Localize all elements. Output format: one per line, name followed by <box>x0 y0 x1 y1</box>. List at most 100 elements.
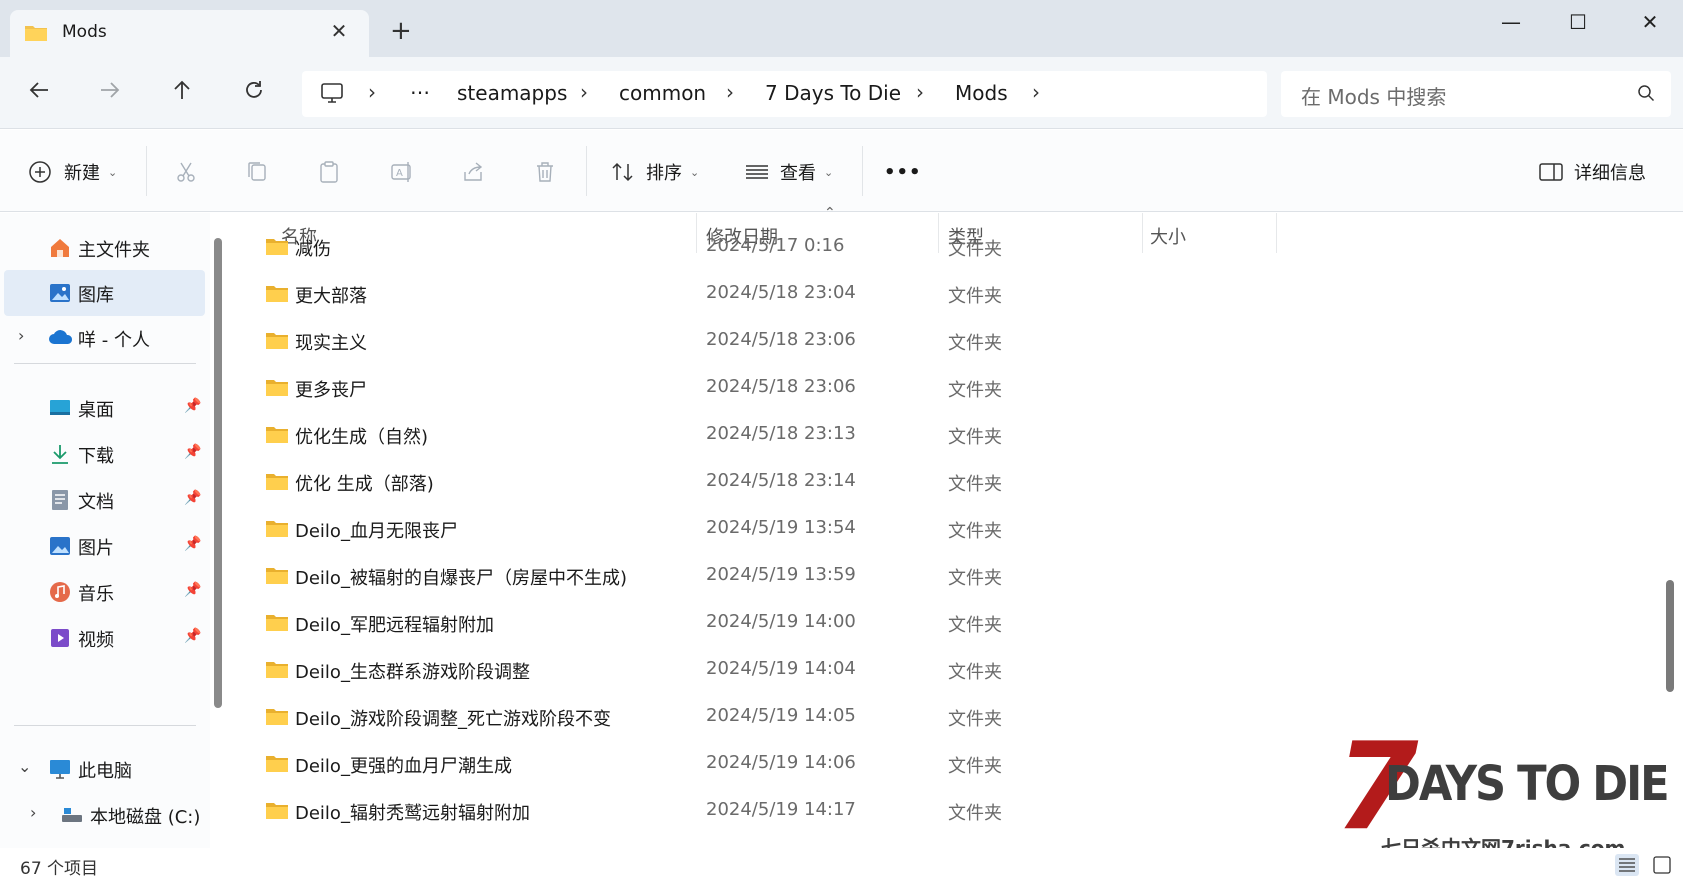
sort-button[interactable]: 排序 ⌄ <box>610 152 699 192</box>
file-row[interactable]: 优化生成（自然) 2024/5/18 23:13 文件夹 <box>232 416 1652 463</box>
sidebar-item-label: 文档 <box>78 492 114 513</box>
details-pane-icon <box>1539 163 1563 181</box>
pin-icon[interactable]: 📌 <box>184 444 201 460</box>
close-tab-button[interactable]: ✕ <box>327 19 351 43</box>
new-button[interactable]: 新建 ⌄ <box>28 152 117 192</box>
cut-button[interactable] <box>174 152 198 192</box>
sidebar-item-this-pc[interactable]: ⌄ 此电脑 <box>0 746 206 792</box>
rename-icon: A <box>391 162 411 182</box>
delete-button[interactable] <box>533 152 557 192</box>
search-input[interactable]: 在 Mods 中搜索 <box>1301 81 1446 110</box>
file-row[interactable]: 优化 生成（部落) 2024/5/18 23:14 文件夹 <box>232 463 1652 510</box>
sort-icon <box>612 162 633 182</box>
chevron-right-icon[interactable]: › <box>726 80 734 104</box>
refresh-button[interactable] <box>234 73 274 113</box>
sidebar-item-pictures[interactable]: 图片 📌 <box>0 523 206 569</box>
file-modified: 2024/5/19 14:05 <box>706 705 856 726</box>
divider <box>862 146 863 196</box>
chevron-right-icon[interactable]: › <box>1032 80 1040 104</box>
file-modified: 2024/5/19 13:54 <box>706 517 856 538</box>
breadcrumb-7-days-to-die[interactable]: 7 Days To Die <box>765 81 901 105</box>
sidebar-item-desktop[interactable]: 桌面 📌 <box>0 385 206 431</box>
navigation-pane: 主文件夹 图库 › 咩 - 个人 桌面 📌 下载 📌 文档 📌 图片 📌 音乐 … <box>0 213 210 848</box>
sidebar-item-home[interactable]: 主文件夹 <box>0 225 206 271</box>
back-button[interactable] <box>19 73 59 113</box>
chevron-right-icon[interactable]: › <box>580 80 588 104</box>
sidebar-item-drive-c[interactable]: › 本地磁盘 (C:) <box>0 792 206 838</box>
breadcrumb-common[interactable]: common <box>619 81 706 105</box>
watermark-title: DAYS TO DIE <box>1385 756 1670 812</box>
pin-icon[interactable]: 📌 <box>184 582 201 598</box>
folder-icon <box>265 707 289 731</box>
close-window-button[interactable]: ✕ <box>1626 4 1674 40</box>
sidebar-item-videos[interactable]: 视频 📌 <box>0 615 206 661</box>
home-icon <box>48 236 72 260</box>
desktop-icon <box>48 396 72 420</box>
maximize-button[interactable]: ☐ <box>1554 4 1602 40</box>
file-name: 优化生成（自然) <box>295 427 429 448</box>
share-button[interactable] <box>461 152 485 192</box>
arrow-right-icon <box>101 82 120 98</box>
monitor-icon[interactable] <box>320 82 344 108</box>
pin-icon[interactable]: 📌 <box>184 536 201 552</box>
sidebar-item-documents[interactable]: 文档 📌 <box>0 477 206 523</box>
forward-button[interactable] <box>90 73 130 113</box>
file-row[interactable]: Deilo_血月无限丧尸 2024/5/19 13:54 文件夹 <box>232 510 1652 557</box>
file-type: 文件夹 <box>948 380 1002 401</box>
address-bar[interactable]: › … steamapps › common › 7 Days To Die ›… <box>302 71 1267 117</box>
chevron-right-icon[interactable]: › <box>916 80 924 104</box>
details-view-icon[interactable] <box>1615 854 1639 876</box>
new-tab-button[interactable]: + <box>390 18 412 44</box>
sidebar-item-downloads[interactable]: 下载 📌 <box>0 431 206 477</box>
file-list-scrollbar[interactable] <box>1666 580 1674 692</box>
search-box[interactable]: 在 Mods 中搜索 <box>1281 71 1671 117</box>
folder-icon <box>265 566 289 590</box>
file-modified: 2024/5/19 14:06 <box>706 752 856 773</box>
file-row[interactable]: Deilo_生态群系游戏阶段调整 2024/5/19 14:04 文件夹 <box>232 651 1652 698</box>
sidebar-item-onedrive[interactable]: › 咩 - 个人 <box>0 315 206 361</box>
file-row[interactable]: 更多丧尸 2024/5/18 23:06 文件夹 <box>232 369 1652 416</box>
file-row[interactable]: Deilo_被辐射的自爆丧尸（房屋中不生成) 2024/5/19 13:59 文件夹 <box>232 557 1652 604</box>
pin-icon[interactable]: 📌 <box>184 628 201 644</box>
file-row[interactable]: 现实主义 2024/5/18 23:06 文件夹 <box>232 322 1652 369</box>
pin-icon[interactable]: 📌 <box>184 490 201 506</box>
folder-icon <box>265 613 289 637</box>
file-row[interactable]: Deilo_军肥远程辐射附加 2024/5/19 14:00 文件夹 <box>232 604 1652 651</box>
sidebar-item-label: 图库 <box>78 285 114 306</box>
details-pane-button[interactable]: 详细信息 <box>1538 152 1646 192</box>
chevron-right-icon[interactable]: › <box>368 80 376 104</box>
folder-icon <box>265 331 289 355</box>
more-options-button[interactable]: ••• <box>884 152 922 192</box>
copy-button[interactable] <box>245 152 269 192</box>
details-label: 详细信息 <box>1574 163 1646 184</box>
file-type: 文件夹 <box>948 239 1002 260</box>
folder-icon <box>265 378 289 402</box>
sidebar-item-gallery[interactable]: 图库 <box>4 270 205 316</box>
rename-button[interactable]: A <box>389 152 415 192</box>
arrow-left-icon <box>29 82 48 98</box>
breadcrumb-steamapps[interactable]: steamapps <box>457 81 567 105</box>
chevron-right-icon[interactable]: › <box>30 803 36 822</box>
onedrive-icon <box>48 326 73 350</box>
file-modified: 2024/5/18 23:06 <box>706 376 856 397</box>
sidebar-item-music[interactable]: 音乐 📌 <box>0 569 206 615</box>
search-icon[interactable] <box>1637 84 1655 106</box>
tab-mods[interactable]: Mods ✕ <box>10 10 369 57</box>
chevron-down-icon[interactable]: ⌄ <box>18 757 31 776</box>
chevron-right-icon[interactable]: › <box>18 326 24 345</box>
breadcrumb-mods[interactable]: Mods <box>955 81 1008 105</box>
up-button[interactable] <box>162 73 202 113</box>
chevron-down-icon: ⌄ <box>824 165 834 179</box>
file-name: Deilo_血月无限丧尸 <box>295 521 458 542</box>
tiles-view-icon[interactable] <box>1650 854 1674 876</box>
file-row[interactable]: 减伤 2024/5/17 0:16 文件夹 <box>232 228 1652 275</box>
pin-icon[interactable]: 📌 <box>184 398 201 414</box>
sidebar-scrollbar[interactable] <box>214 238 222 708</box>
view-button[interactable]: 查看 ⌄ <box>744 152 833 192</box>
file-row[interactable]: 更大部落 2024/5/18 23:04 文件夹 <box>232 275 1652 322</box>
breadcrumb-overflow[interactable]: … <box>410 75 430 99</box>
computer-icon <box>48 757 72 781</box>
paste-button[interactable] <box>317 152 341 192</box>
minimize-button[interactable]: — <box>1487 4 1535 40</box>
music-icon <box>48 580 72 604</box>
